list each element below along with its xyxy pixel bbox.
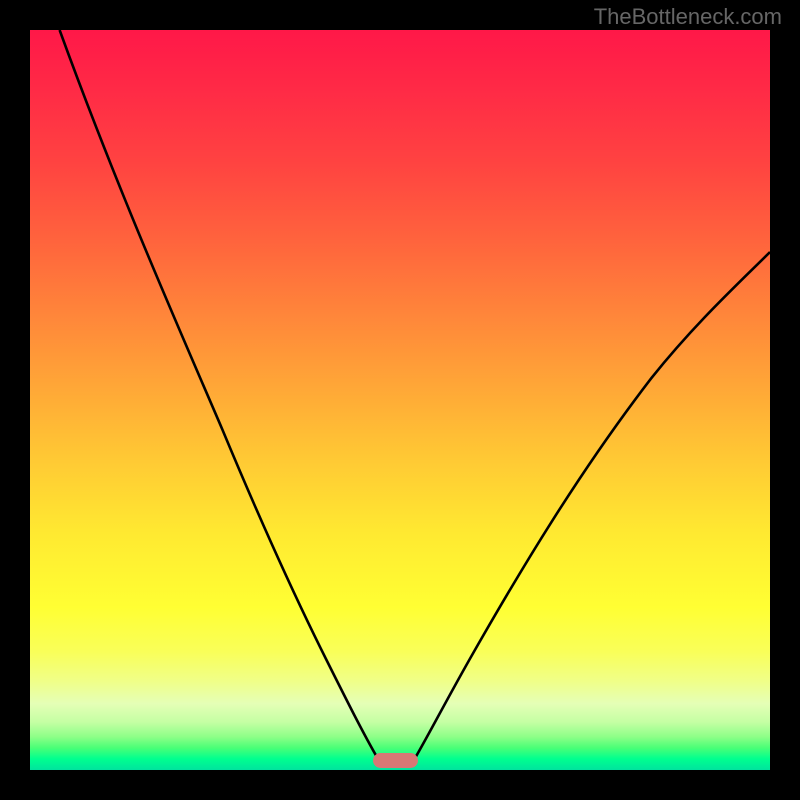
plot-area [30, 30, 770, 770]
minimum-marker [373, 753, 418, 768]
curve-left [60, 30, 382, 765]
curve-right [411, 252, 770, 765]
curves-svg [30, 30, 770, 770]
watermark-text: TheBottleneck.com [594, 4, 782, 30]
